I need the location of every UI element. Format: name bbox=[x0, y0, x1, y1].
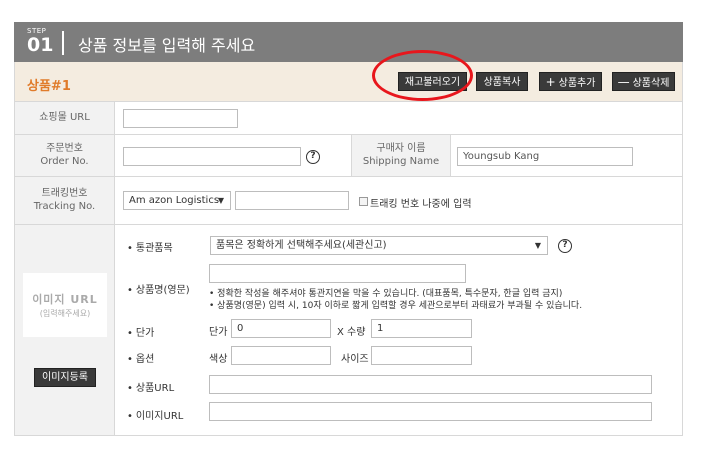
price-label-text: 단가 bbox=[135, 328, 155, 339]
shopping-url-label: 쇼핑몰 URL bbox=[15, 102, 115, 134]
quantity-label: X 수량 bbox=[337, 327, 366, 338]
register-image-button[interactable]: 이미지등록 bbox=[34, 368, 96, 387]
customs-label-text: 통관품목 bbox=[135, 243, 173, 254]
shipping-label-en: Shipping Name bbox=[362, 155, 440, 167]
quantity-input[interactable]: 1 bbox=[371, 319, 472, 338]
carrier-select[interactable]: Am azon Logistics ▼ bbox=[123, 191, 231, 210]
step-header: STEP 01 상품 정보를 입력해 주세요 bbox=[14, 22, 683, 62]
image-placeholder: 이미지 URL (입력해주세요) bbox=[23, 273, 107, 337]
option-label: • 옵션 bbox=[127, 354, 155, 365]
shopping-url-row: 쇼핑몰 URL bbox=[14, 102, 683, 135]
price-input[interactable]: 0 bbox=[231, 319, 331, 338]
size-input[interactable] bbox=[371, 346, 472, 365]
delete-product-label: 상품삭제 bbox=[632, 78, 670, 89]
step-number: 01 bbox=[27, 34, 54, 56]
option-label-text: 옵션 bbox=[135, 354, 155, 365]
product-url-input[interactable] bbox=[209, 375, 652, 394]
tracking-later-label: 트래킹 번호 나중에 입력 bbox=[370, 199, 472, 210]
image-placeholder-sub: (입력해주세요) bbox=[39, 308, 91, 318]
shipping-name-label: 구매자 이름 Shipping Name bbox=[351, 135, 451, 176]
order-label: 주문번호 Order No. bbox=[15, 135, 115, 176]
product-url-label: • 상품URL bbox=[127, 383, 175, 394]
product-name-input[interactable] bbox=[209, 264, 466, 283]
product-name-label-text: 상품명(영문) bbox=[135, 285, 190, 296]
price-inner-label: 단가 bbox=[209, 327, 228, 338]
header-divider bbox=[62, 31, 64, 55]
dropdown-arrow-icon: ▼ bbox=[534, 241, 541, 250]
help-icon[interactable]: ? bbox=[306, 150, 320, 164]
product-toolbar: 상품#1 재고불러오기 상품복사 + 상품추가 — 상품삭제 bbox=[14, 62, 683, 102]
help-icon[interactable]: ? bbox=[558, 239, 572, 253]
dropdown-arrow-icon: ▼ bbox=[217, 196, 224, 205]
product-url-label-text: 상품URL bbox=[135, 383, 175, 394]
tracking-later-checkbox[interactable] bbox=[359, 197, 368, 206]
image-url-label-text: 이미지URL bbox=[135, 411, 184, 422]
product-name-note-2: • 상품명(영문) 입력 시, 10자 이하로 짧게 입력할 경우 세관으로부터… bbox=[209, 301, 583, 311]
customs-select[interactable]: 품목은 정확하게 선택해주세요(세관신고) ▼ bbox=[210, 236, 548, 255]
tracking-number-input[interactable] bbox=[235, 191, 349, 210]
tracking-label: 트래킹번호 Tracking No. bbox=[15, 177, 115, 224]
tracking-row: 트래킹번호 Tracking No. Am azon Logistics ▼ 트… bbox=[14, 177, 683, 225]
minus-icon: — bbox=[617, 75, 630, 89]
order-label-ko: 주문번호 bbox=[46, 143, 83, 154]
product-name-note-2-text: 상품명(영문) 입력 시, 10자 이하로 짧게 입력할 경우 세관으로부터 과… bbox=[217, 301, 583, 311]
product-title: 상품#1 bbox=[27, 79, 71, 94]
shipping-name-input[interactable]: Youngsub Kang bbox=[457, 147, 633, 166]
step-indicator: STEP 01 bbox=[27, 28, 53, 55]
add-product-label: 상품추가 bbox=[558, 78, 596, 89]
product-name-label: • 상품명(영문) bbox=[127, 285, 190, 296]
order-number-input[interactable] bbox=[123, 147, 301, 166]
copy-product-button[interactable]: 상품복사 bbox=[476, 72, 528, 91]
customs-select-value: 품목은 정확하게 선택해주세요(세관신고) bbox=[216, 240, 387, 251]
price-label: • 단가 bbox=[127, 328, 155, 339]
page-title: 상품 정보를 입력해 주세요 bbox=[78, 36, 256, 55]
load-stock-button[interactable]: 재고불러오기 bbox=[398, 72, 467, 91]
color-label: 색상 bbox=[209, 354, 228, 365]
image-url-label: • 이미지URL bbox=[127, 411, 184, 422]
tracking-label-ko: 트래킹번호 bbox=[41, 188, 88, 199]
order-label-en: Order No. bbox=[40, 155, 89, 167]
carrier-select-value: Am azon Logistics bbox=[129, 195, 220, 206]
size-label: 사이즈 bbox=[341, 354, 369, 365]
add-product-button[interactable]: + 상품추가 bbox=[539, 72, 602, 91]
image-url-input[interactable] bbox=[209, 402, 652, 421]
shopping-url-input[interactable] bbox=[123, 109, 238, 128]
plus-icon: + bbox=[545, 75, 556, 89]
order-row: 주문번호 Order No. ? 구매자 이름 Shipping Name Yo… bbox=[14, 135, 683, 177]
delete-product-button[interactable]: — 상품삭제 bbox=[612, 72, 675, 91]
tracking-label-en: Tracking No. bbox=[33, 200, 96, 212]
image-column: 이미지 URL (입력해주세요) 이미지등록 bbox=[15, 225, 115, 435]
image-placeholder-title: 이미지 URL bbox=[32, 293, 98, 306]
product-detail-block: 이미지 URL (입력해주세요) 이미지등록 • 통관품목 품목은 정확하게 선택… bbox=[14, 225, 683, 436]
shopping-url-label-text: 쇼핑몰 URL bbox=[39, 111, 90, 123]
color-input[interactable] bbox=[231, 346, 331, 365]
shipping-label-ko: 구매자 이름 bbox=[376, 143, 426, 154]
customs-label: • 통관품목 bbox=[127, 243, 173, 254]
